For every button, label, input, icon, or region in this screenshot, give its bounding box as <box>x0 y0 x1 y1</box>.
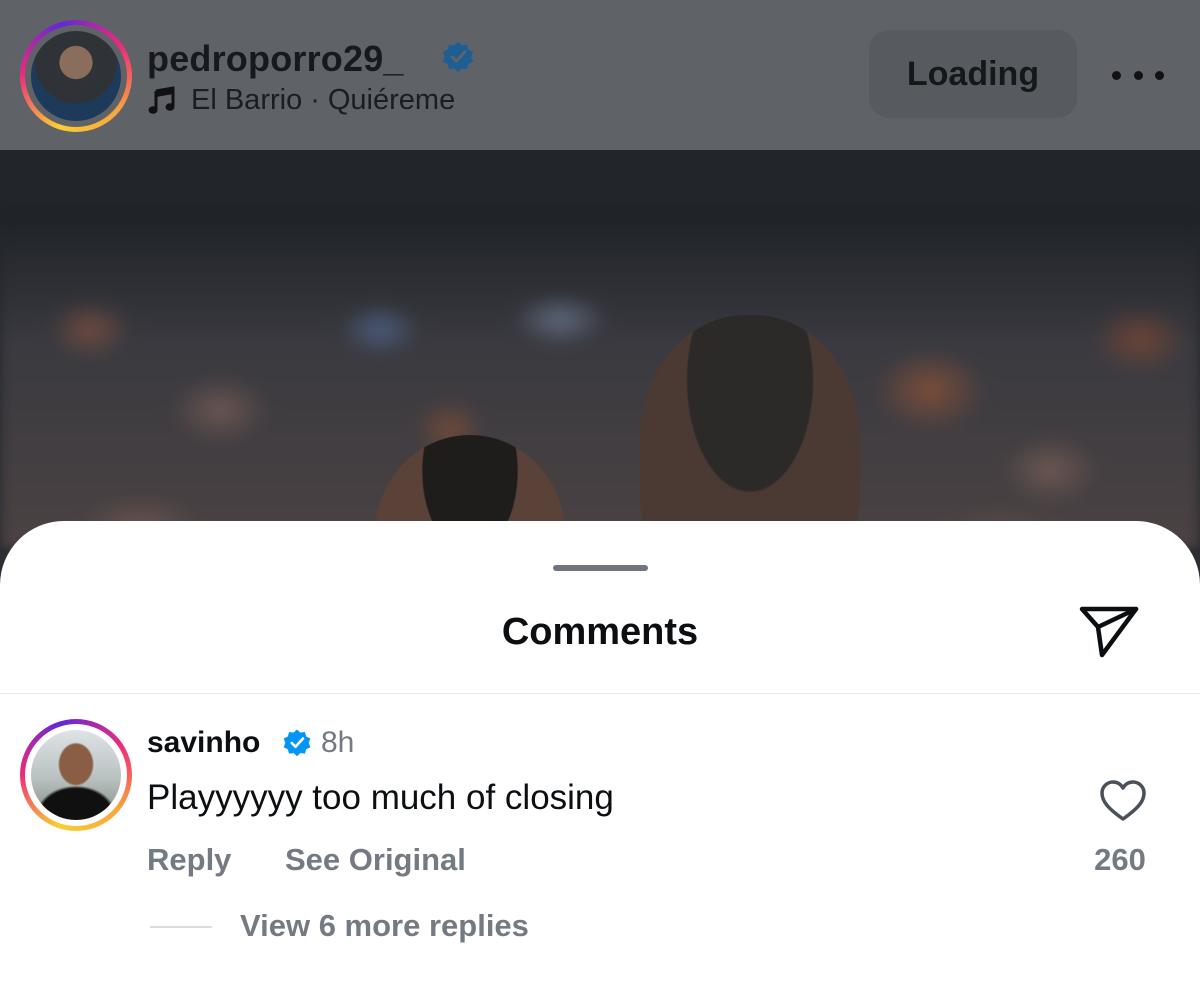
reply-button[interactable]: Reply <box>147 842 231 878</box>
sheet-title: Comments <box>501 611 699 653</box>
player-figure <box>640 315 860 550</box>
post-image <box>0 150 1200 550</box>
view-replies-button[interactable]: View 6 more replies <box>240 908 529 944</box>
commenter-avatar-image <box>31 730 121 820</box>
comment-timestamp: 8h <box>321 726 355 759</box>
replies-indent-line <box>150 926 212 928</box>
author-username[interactable]: pedroporro29_ <box>147 38 404 80</box>
sheet-divider <box>0 693 1200 694</box>
like-count[interactable]: 260 <box>1080 842 1160 878</box>
stadium-crowd-background <box>0 210 1200 550</box>
sheet-drag-handle[interactable] <box>553 565 648 571</box>
post-header: pedroporro29_ El Barrio · Quiéreme Loadi… <box>0 0 1200 150</box>
author-avatar[interactable] <box>20 20 132 132</box>
author-avatar-image <box>31 31 121 121</box>
commenter-avatar[interactable] <box>20 719 132 831</box>
music-track[interactable]: El Barrio · Quiéreme <box>147 84 455 117</box>
loading-button[interactable]: Loading <box>869 30 1077 118</box>
verified-badge-icon <box>442 41 474 72</box>
music-song: Quiéreme <box>327 84 456 116</box>
music-note-icon <box>148 85 175 114</box>
music-separator: · <box>310 84 320 116</box>
comments-sheet: Comments savinho 8h Playyyyyy too much o… <box>0 521 1200 989</box>
heart-icon[interactable] <box>1099 779 1147 823</box>
paper-plane-icon[interactable] <box>1076 601 1142 661</box>
music-artist: El Barrio <box>191 84 303 116</box>
see-original-button[interactable]: See Original <box>285 842 466 878</box>
comment-text: Playyyyyy too much of closing <box>147 778 614 817</box>
more-options-icon[interactable] <box>1112 60 1164 90</box>
commenter-username[interactable]: savinho <box>147 726 260 760</box>
verified-badge-icon <box>283 729 311 757</box>
